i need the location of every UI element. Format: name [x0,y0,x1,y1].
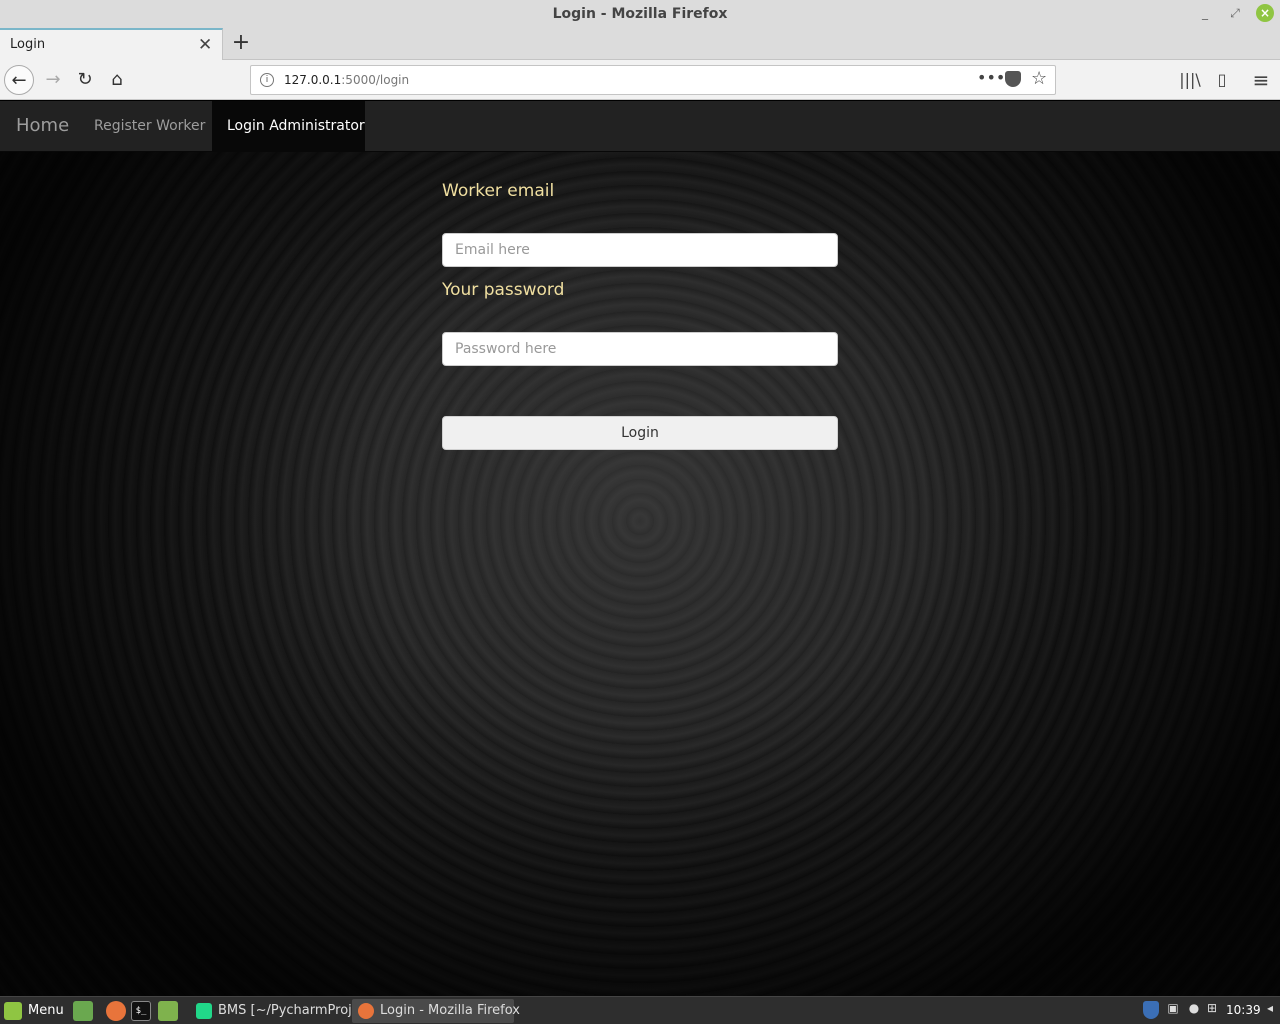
shield-icon[interactable] [1143,1001,1159,1019]
tab-label: Login [10,37,46,52]
update-manager-icon[interactable]: ▣ [1165,1001,1181,1019]
password-label: Your password [442,280,565,300]
nav-home-link[interactable]: Home [16,115,69,136]
taskbar-window-label: BMS [~/PycharmProj... [218,1003,365,1018]
bookmark-star-icon[interactable]: ☆ [1031,68,1047,89]
nav-login-administrator-link[interactable]: Login Administrator [212,101,365,152]
user-icon[interactable]: ● [1186,1001,1202,1019]
info-icon[interactable]: i [260,73,274,87]
email-label: Worker email [442,181,555,201]
nav-register-worker-link[interactable]: Register Worker [94,118,205,134]
library-icon[interactable]: |||\ [1178,65,1202,95]
window-title: Login - Mozilla Firefox [552,6,728,22]
firefox-icon [358,1003,374,1019]
page-viewport: Home Register Worker Login Administrator… [0,101,1280,996]
sidebar-icon[interactable]: ▯ [1210,65,1234,95]
site-navbar: Home Register Worker Login Administrator [0,101,1280,152]
address-bar[interactable]: i 127.0.0.1:5000/login ••• ☆ [250,65,1056,95]
home-icon[interactable]: ⌂ [102,65,132,95]
taskbar-window-label: Login - Mozilla Firefox [380,1003,520,1018]
forward-arrow-icon[interactable]: → [38,65,68,95]
tab-login[interactable]: Login ✕ [0,28,223,60]
window-titlebar: Login - Mozilla Firefox _ ⤢ × [0,0,1280,28]
new-tab-button[interactable]: + [230,31,252,55]
login-button[interactable]: Login [442,416,838,450]
clock[interactable]: 10:39 [1226,1003,1261,1017]
network-icon[interactable]: ⊞ [1204,1001,1220,1019]
show-desktop-icon[interactable] [73,1001,93,1021]
url-text[interactable]: 127.0.0.1:5000/login [284,73,409,87]
taskbar-window-pycharm[interactable]: BMS [~/PycharmProj... [190,999,364,1023]
password-field[interactable] [442,332,838,366]
url-host: 127.0.0.1 [284,73,342,87]
navigation-toolbar: ← → ↻ ⌂ i 127.0.0.1:5000/login ••• ☆ |||… [0,60,1280,100]
nav-login-administrator-label: Login Administrator [227,118,365,134]
url-path: :5000/login [341,73,410,87]
mint-logo-icon [4,1002,22,1020]
hamburger-menu-icon[interactable]: ≡ [1249,65,1273,95]
maximize-icon[interactable]: ⤢ [1226,4,1244,22]
terminal-launcher-icon[interactable]: $_ [131,1001,151,1021]
firefox-launcher-icon[interactable] [106,1001,126,1021]
minimize-icon[interactable]: _ [1196,4,1214,22]
back-arrow-icon[interactable]: ← [4,65,34,95]
tab-strip: Login ✕ + [0,28,1280,60]
email-field[interactable] [442,233,838,267]
tab-close-icon[interactable]: ✕ [198,35,212,55]
close-window-icon[interactable]: × [1256,4,1274,22]
page-actions-icon[interactable]: ••• [977,68,1005,87]
volume-icon[interactable]: ◂ [1262,1001,1278,1019]
files-launcher-icon[interactable] [158,1001,178,1021]
pycharm-icon [196,1003,212,1019]
reload-icon[interactable]: ↻ [70,65,100,95]
start-menu-label: Menu [28,1003,64,1018]
taskbar-window-firefox[interactable]: Login - Mozilla Firefox [352,999,520,1023]
taskbar: Menu $_ BMS [~/PycharmProj... Login - Mo… [0,996,1280,1024]
pocket-icon[interactable] [1005,71,1021,87]
